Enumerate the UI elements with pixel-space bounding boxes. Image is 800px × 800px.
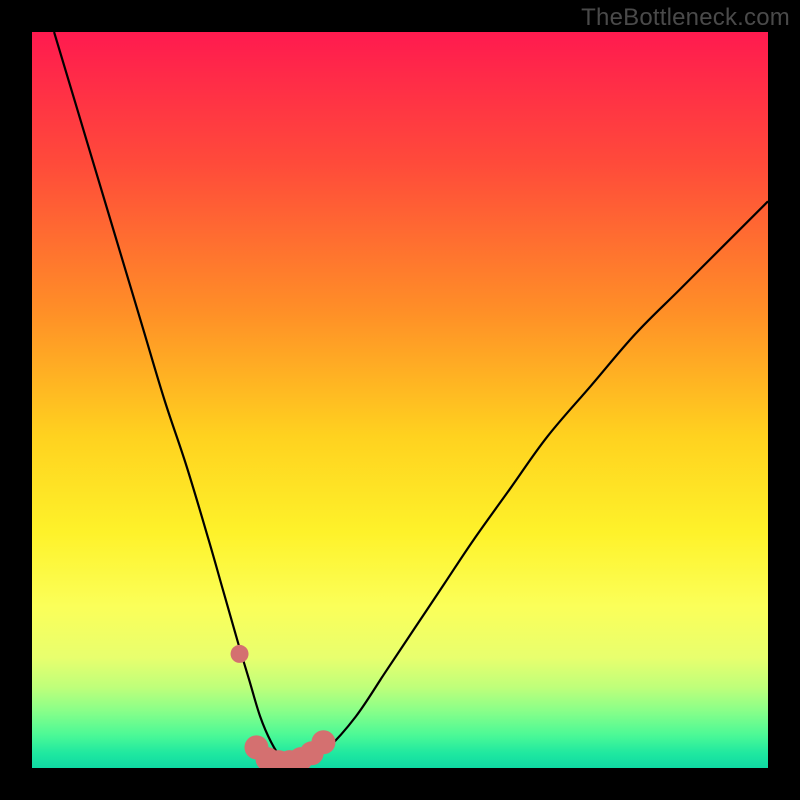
highlight-dot [231,645,249,663]
highlight-dot [311,730,335,754]
plot-area [32,32,768,768]
chart-frame: TheBottleneck.com [0,0,800,800]
watermark-label: TheBottleneck.com [581,4,790,32]
bottleneck-chart [32,32,768,768]
gradient-background [32,32,768,768]
